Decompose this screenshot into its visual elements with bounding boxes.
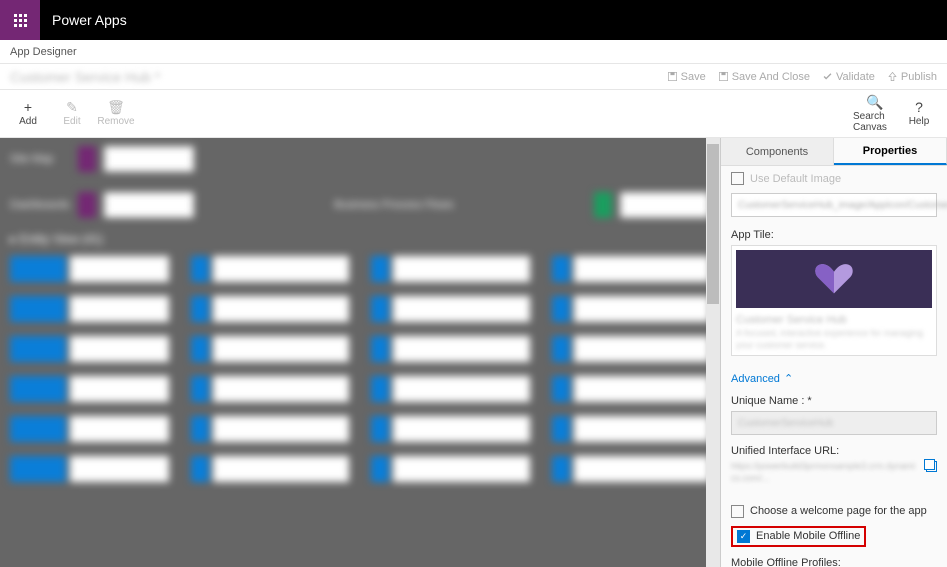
product-name: Power Apps — [40, 12, 127, 28]
breadcrumb: App Designer — [10, 46, 77, 58]
tab-components[interactable]: Components — [721, 138, 834, 165]
help-button[interactable]: ?Help — [897, 92, 941, 136]
save-and-close-button[interactable]: Save And Close — [718, 71, 810, 83]
use-default-image-label: Use Default Image — [750, 173, 841, 185]
image-resource-dropdown[interactable]: CustomerServiceHub_image/AppIcon/Custome… — [731, 193, 937, 217]
publish-button[interactable]: Publish — [887, 71, 937, 83]
unified-url-label: Unified Interface URL: — [731, 445, 937, 457]
tab-properties[interactable]: Properties — [834, 138, 947, 165]
app-tile-description: A focused, interactive experience for ma… — [736, 328, 932, 351]
app-tile-heart-icon — [812, 261, 856, 297]
remove-button[interactable]: 🗑Remove — [94, 92, 138, 136]
welcome-page-checkbox[interactable] — [731, 505, 744, 518]
copy-url-icon[interactable] — [926, 461, 937, 472]
search-canvas-button[interactable]: 🔍Search Canvas — [853, 92, 897, 136]
app-tile-name: Customer Service Hub — [736, 314, 932, 326]
chevron-up-icon: ⌃ — [784, 372, 793, 385]
app-header-bar: Customer Service Hub * Save Save And Clo… — [0, 64, 947, 90]
add-button[interactable]: +Add — [6, 92, 50, 136]
canvas-scrollbar[interactable] — [706, 138, 720, 567]
unique-name-input[interactable]: CustomerServiceHub — [731, 411, 937, 435]
app-name: Customer Service Hub * — [10, 69, 160, 85]
save-button[interactable]: Save — [667, 71, 706, 83]
advanced-toggle[interactable]: Advanced⌃ — [731, 372, 793, 385]
unique-name-label: Unique Name : * — [731, 395, 937, 407]
command-bar: Save Save And Close Validate Publish — [667, 71, 937, 83]
validate-button[interactable]: Validate — [822, 71, 875, 83]
properties-panel: Components Properties Use Default Image … — [721, 138, 947, 567]
app-tile-preview: Customer Service Hub A focused, interact… — [731, 245, 937, 356]
enable-mobile-offline-label: Enable Mobile Offline — [756, 530, 860, 542]
enable-mobile-offline-checkbox[interactable]: ✓ — [737, 530, 750, 543]
welcome-page-label: Choose a welcome page for the app — [750, 505, 927, 517]
app-tile-label: App Tile: — [731, 229, 937, 241]
unified-url-value: https://powerbuild3prmonsample3.crm.dyna… — [731, 461, 918, 484]
edit-button[interactable]: ✎Edit — [50, 92, 94, 136]
mobile-offline-profiles-label: Mobile Offline Profiles: — [731, 557, 937, 567]
app-launcher-button[interactable] — [0, 0, 40, 40]
use-default-image-checkbox[interactable] — [731, 172, 744, 185]
global-header: Power Apps — [0, 0, 947, 40]
designer-toolbar: +Add ✎Edit 🗑Remove 🔍Search Canvas ?Help — [0, 90, 947, 138]
breadcrumb-bar: App Designer — [0, 40, 947, 64]
designer-canvas[interactable]: Site Map DashboardsBusiness Process Flow… — [0, 138, 721, 567]
